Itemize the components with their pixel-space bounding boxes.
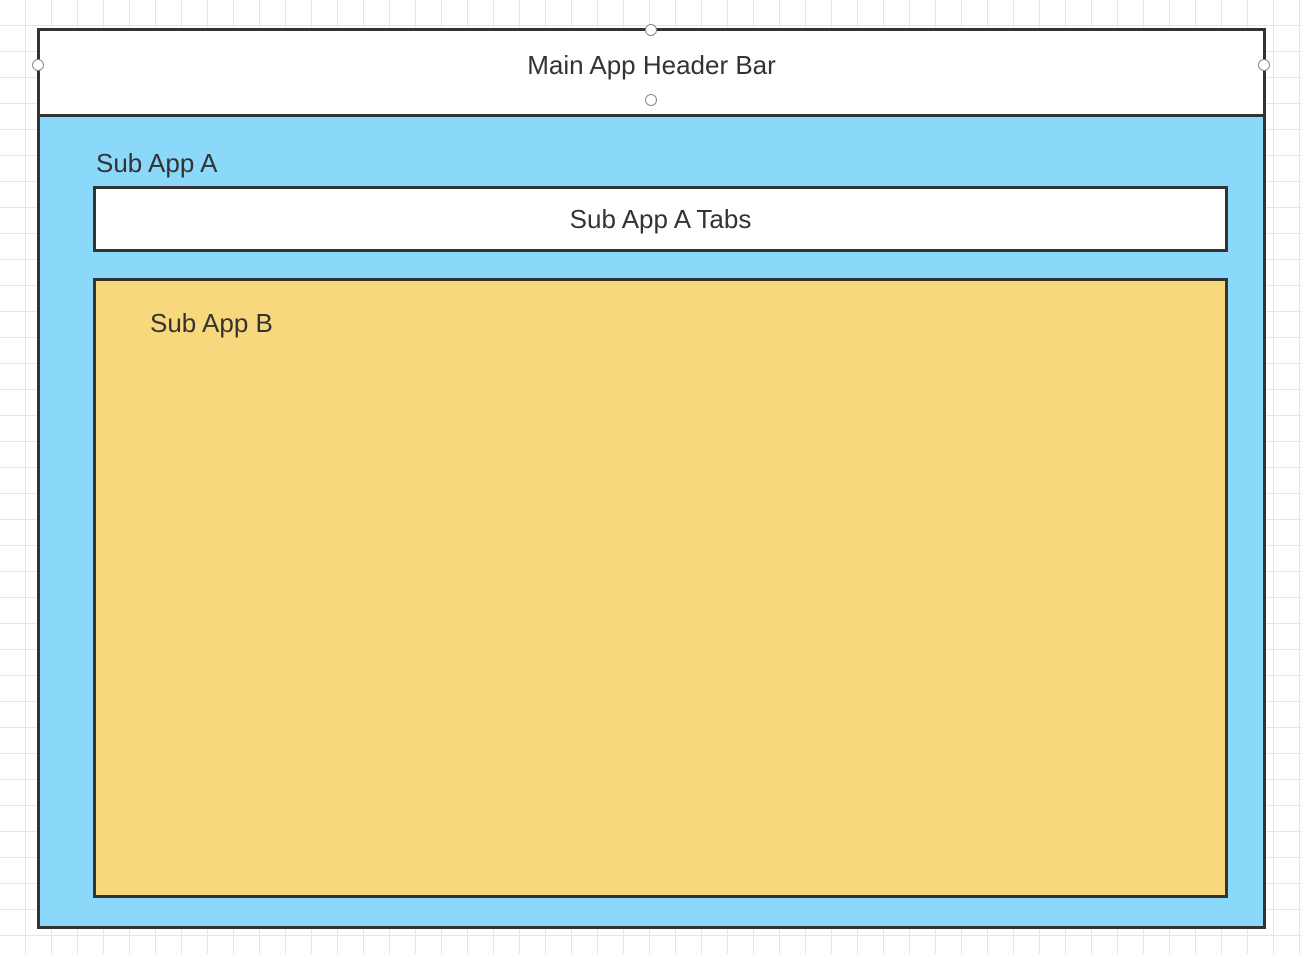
sub-app-a-tabs-bar[interactable]: Sub App A Tabs <box>93 186 1228 252</box>
sub-app-b-container[interactable]: Sub App B <box>93 278 1228 898</box>
sub-app-a-label: Sub App A <box>96 148 218 178</box>
sub-app-b-label: Sub App B <box>150 308 273 338</box>
main-app-header-bar-label: Main App Header Bar <box>527 49 776 80</box>
main-app-header-bar[interactable]: Main App Header Bar <box>37 28 1266 102</box>
sub-app-a-tabs-label: Sub App A Tabs <box>569 203 752 234</box>
resize-handle-top[interactable] <box>645 24 657 36</box>
resize-handle-right[interactable] <box>1258 59 1270 71</box>
resize-handle-bottom[interactable] <box>645 94 657 106</box>
resize-handle-left[interactable] <box>32 59 44 71</box>
